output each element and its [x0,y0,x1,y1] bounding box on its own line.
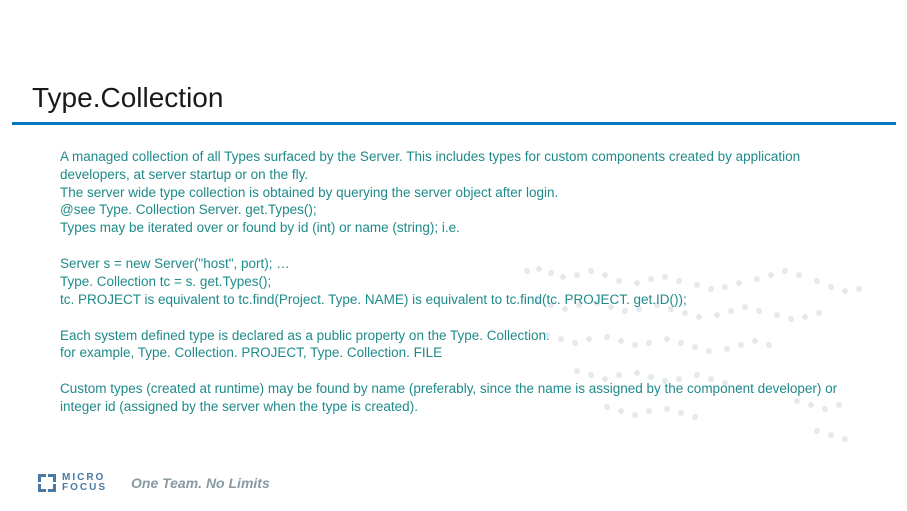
paragraph-3: Each system defined type is declared as … [60,327,860,363]
paragraph-1: A managed collection of all Types surfac… [60,148,860,237]
logo-text: MICRO FOCUS [62,473,107,493]
title-underline [12,122,896,125]
logo-mark-icon [38,474,56,492]
paragraph-4: Custom types (created at runtime) may be… [60,380,860,416]
paragraph-2: Server s = new Server("host", port); …Ty… [60,255,860,308]
slide-title: Type.Collection [32,82,223,114]
tagline: One Team. No Limits [131,475,270,491]
micro-focus-logo: MICRO FOCUS [38,473,107,493]
slide: Type.Collection A managed collection of … [0,0,907,511]
logo-line-2: FOCUS [62,483,107,493]
footer: MICRO FOCUS One Team. No Limits [38,473,270,493]
slide-content: A managed collection of all Types surfac… [60,148,860,434]
